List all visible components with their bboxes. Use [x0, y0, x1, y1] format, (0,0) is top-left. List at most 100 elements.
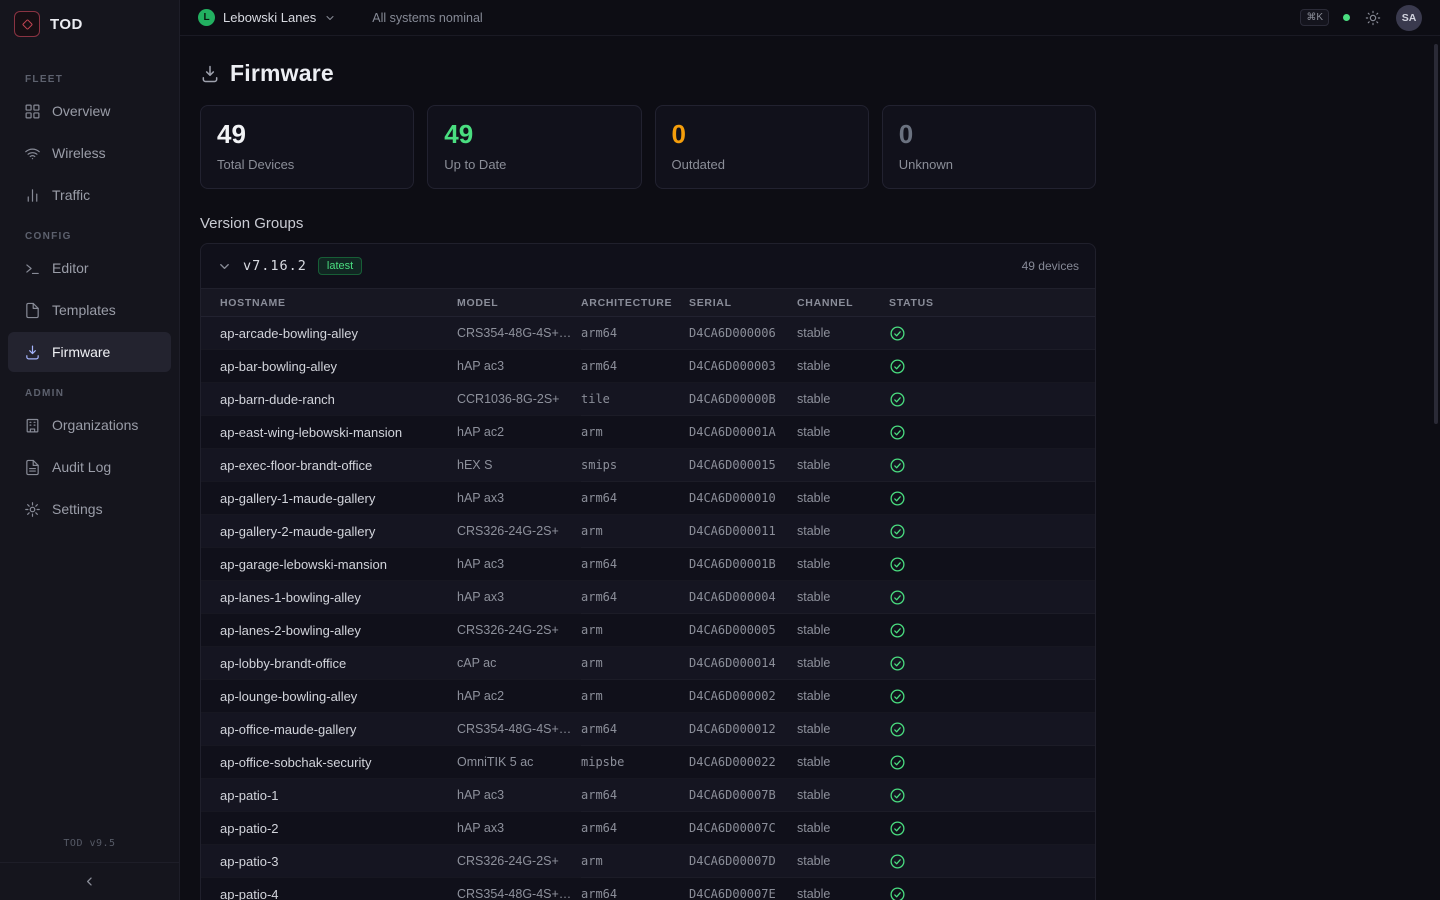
device-row[interactable]: ap-lanes-1-bowling-alley hAP ax3 arm64 D… [201, 581, 1095, 614]
document-icon [24, 459, 41, 476]
status-ok-icon [889, 490, 906, 507]
col-status: Status [889, 289, 1095, 317]
cell-hostname: ap-lanes-1-bowling-alley [201, 581, 457, 614]
cell-channel: stable [797, 350, 889, 383]
main-content: Firmware 49 Total Devices 49 Up to Date … [180, 36, 1440, 900]
device-row[interactable]: ap-bar-bowling-alley hAP ac3 arm64 D4CA6… [201, 350, 1095, 383]
sidebar-item-traffic[interactable]: Traffic [8, 175, 171, 215]
sidebar-item-firmware[interactable]: Firmware [8, 332, 171, 372]
grid-icon [24, 103, 41, 120]
device-row[interactable]: ap-patio-1 hAP ac3 arm64 D4CA6D00007B st… [201, 779, 1095, 812]
sidebar-item-label: Settings [52, 501, 103, 517]
status-ok-icon [889, 556, 906, 573]
device-row[interactable]: ap-office-sobchak-security OmniTIK 5 ac … [201, 746, 1095, 779]
device-row[interactable]: ap-lounge-bowling-alley hAP ac2 arm D4CA… [201, 680, 1095, 713]
cell-architecture: arm [581, 845, 689, 878]
cell-serial: D4CA6D00007E [689, 878, 797, 900]
device-row[interactable]: ap-east-wing-lebowski-mansion hAP ac2 ar… [201, 416, 1095, 449]
device-row[interactable]: ap-arcade-bowling-alley CRS354-48G-4S+… … [201, 317, 1095, 350]
org-selector[interactable]: L Lebowski Lanes [198, 9, 336, 26]
cell-hostname: ap-patio-1 [201, 779, 457, 812]
cell-channel: stable [797, 845, 889, 878]
cell-hostname: ap-garage-lebowski-mansion [201, 548, 457, 581]
cell-model: hAP ac2 [457, 416, 581, 449]
device-row[interactable]: ap-gallery-2-maude-gallery CRS326-24G-2S… [201, 515, 1095, 548]
status-ok-icon [889, 655, 906, 672]
cell-architecture: smips [581, 449, 689, 482]
stat-label: Unknown [899, 157, 1079, 172]
device-row[interactable]: ap-lanes-2-bowling-alley CRS326-24G-2S+ … [201, 614, 1095, 647]
device-table: Hostname Model Architecture Serial Chann… [201, 288, 1095, 900]
device-row[interactable]: ap-office-maude-gallery CRS354-48G-4S+… … [201, 713, 1095, 746]
command-palette-shortcut[interactable]: ⌘K [1300, 9, 1329, 26]
status-ok-icon [889, 886, 906, 900]
sidebar-item-wireless[interactable]: Wireless [8, 133, 171, 173]
cell-architecture: mipsbe [581, 746, 689, 779]
status-ok-icon [889, 457, 906, 474]
sidebar-item-templates[interactable]: Templates [8, 290, 171, 330]
status-ok-icon [889, 688, 906, 705]
device-table-header-row: Hostname Model Architecture Serial Chann… [201, 289, 1095, 317]
cell-architecture: arm64 [581, 779, 689, 812]
cell-model: CRS326-24G-2S+ [457, 614, 581, 647]
chevron-left-icon [82, 874, 97, 889]
cell-serial: D4CA6D00001A [689, 416, 797, 449]
org-avatar: L [198, 9, 215, 26]
cell-architecture: arm [581, 416, 689, 449]
device-row[interactable]: ap-patio-3 CRS326-24G-2S+ arm D4CA6D0000… [201, 845, 1095, 878]
device-row[interactable]: ap-exec-floor-brandt-office hEX S smips … [201, 449, 1095, 482]
cell-model: hAP ax3 [457, 812, 581, 845]
stat-up-to-date: 49 Up to Date [427, 105, 641, 189]
cell-channel: stable [797, 416, 889, 449]
cell-architecture: arm [581, 515, 689, 548]
cell-channel: stable [797, 515, 889, 548]
device-row[interactable]: ap-garage-lebowski-mansion hAP ac3 arm64… [201, 548, 1095, 581]
devices-count: 49 devices [1022, 259, 1079, 273]
stat-label: Up to Date [444, 157, 624, 172]
cell-model: hAP ax3 [457, 482, 581, 515]
sidebar-item-label: Organizations [52, 417, 138, 433]
sidebar-item-audit-log[interactable]: Audit Log [8, 447, 171, 487]
page-scrollbar[interactable] [1434, 44, 1438, 424]
cell-architecture: arm64 [581, 581, 689, 614]
stat-outdated: 0 Outdated [655, 105, 869, 189]
user-avatar[interactable]: SA [1396, 5, 1422, 31]
cell-serial: D4CA6D000011 [689, 515, 797, 548]
stat-value: 49 [444, 120, 624, 149]
theme-toggle-button[interactable] [1364, 9, 1382, 27]
sidebar-item-organizations[interactable]: Organizations [8, 405, 171, 445]
cell-model: CRS326-24G-2S+ [457, 845, 581, 878]
cell-serial: D4CA6D000022 [689, 746, 797, 779]
device-row[interactable]: ap-patio-4 CRS354-48G-4S+… arm64 D4CA6D0… [201, 878, 1095, 900]
status-ok-icon [889, 358, 906, 375]
top-bar: L Lebowski Lanes All systems nominal ⌘K … [180, 0, 1440, 36]
version-group-header[interactable]: v7.16.2 latest 49 devices [201, 244, 1095, 288]
device-row[interactable]: ap-lobby-brandt-office cAP ac arm D4CA6D… [201, 647, 1095, 680]
stat-total-devices: 49 Total Devices [200, 105, 414, 189]
cell-model: CCR1036-8G-2S+ [457, 383, 581, 416]
building-icon [24, 417, 41, 434]
sidebar-collapse-button[interactable] [0, 862, 179, 900]
cell-architecture: arm [581, 647, 689, 680]
cell-channel: stable [797, 713, 889, 746]
stat-unknown: 0 Unknown [882, 105, 1096, 189]
collapse-chevron-icon[interactable] [217, 259, 232, 274]
sidebar-item-overview[interactable]: Overview [8, 91, 171, 131]
cell-architecture: arm64 [581, 713, 689, 746]
cell-hostname: ap-office-maude-gallery [201, 713, 457, 746]
cell-model: hEX S [457, 449, 581, 482]
latest-badge: latest [318, 257, 362, 275]
nav-section-config: CONFIG [25, 231, 179, 242]
cell-serial: D4CA6D000010 [689, 482, 797, 515]
sidebar-nav: FLEET Overview Wireless Traffic CONFIG E… [0, 48, 179, 838]
health-dot [1343, 14, 1350, 21]
device-row[interactable]: ap-patio-2 hAP ax3 arm64 D4CA6D00007C st… [201, 812, 1095, 845]
cell-channel: stable [797, 746, 889, 779]
sidebar-item-settings[interactable]: Settings [8, 489, 171, 529]
device-row[interactable]: ap-barn-dude-ranch CCR1036-8G-2S+ tile D… [201, 383, 1095, 416]
cell-channel: stable [797, 878, 889, 900]
cell-hostname: ap-gallery-1-maude-gallery [201, 482, 457, 515]
stats-row: 49 Total Devices 49 Up to Date 0 Outdate… [200, 105, 1096, 189]
sidebar-item-editor[interactable]: Editor [8, 248, 171, 288]
device-row[interactable]: ap-gallery-1-maude-gallery hAP ax3 arm64… [201, 482, 1095, 515]
